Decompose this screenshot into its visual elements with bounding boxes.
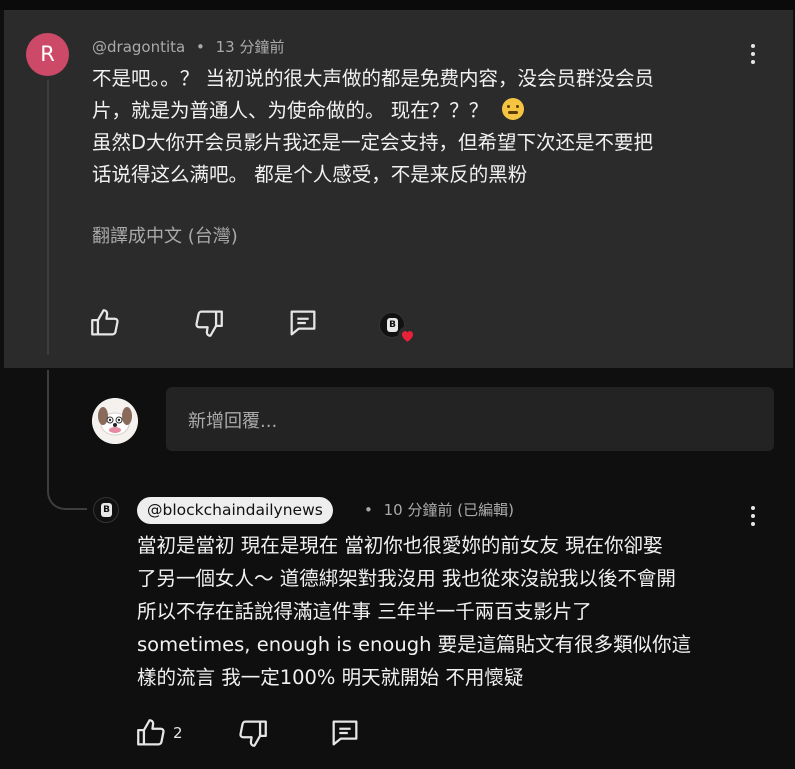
thread-line xyxy=(47,80,49,355)
reply-line: sometimes, enough is enough 要是這篇貼文有很多類似你… xyxy=(137,633,692,656)
heart-icon xyxy=(398,326,417,345)
reply-author-chip[interactable]: @blockchaindailynews xyxy=(137,497,333,524)
like-count: 2 xyxy=(173,724,183,742)
like-icon[interactable] xyxy=(134,716,168,750)
reply-line: 當初是當初 現在是現在 當初你也很愛妳的前女友 現在你卻娶 xyxy=(137,534,663,557)
comment-body: 不是吧。。？ 当初说的很大声做的都是免费内容，没会员群没会员 片，就是为普通人、… xyxy=(92,63,752,191)
reply-author-avatar[interactable] xyxy=(93,497,119,523)
translate-link[interactable]: 翻譯成中文 (台灣) xyxy=(92,222,238,248)
thread-connector xyxy=(47,462,87,510)
comment-meta: @dragontita • 13 分鐘前 xyxy=(92,36,285,57)
like-icon[interactable] xyxy=(88,306,122,340)
comment-line: 话说得这么满吧。 都是个人感受，不是来反的黑粉 xyxy=(92,163,528,186)
comment-line: 片，就是为普通人、为使命做的。 现在？？？ xyxy=(92,99,489,122)
dislike-icon[interactable] xyxy=(236,716,270,750)
more-options-icon[interactable] xyxy=(746,504,760,528)
reply-line: 所以不存在話說得滿這件事 三年半一千兩百支影片了 xyxy=(137,600,592,623)
reply-icon[interactable] xyxy=(328,716,362,750)
reply-time[interactable]: 10 分鐘前 (已編輯) xyxy=(384,501,514,519)
avatar[interactable]: R xyxy=(26,33,69,76)
reply-line: 樣的流言 我一定100% 明天就開始 不用懷疑 xyxy=(137,666,524,689)
reply-input[interactable]: 新增回覆... xyxy=(166,387,774,451)
reply-meta: • 10 分鐘前 (已編輯) xyxy=(364,499,514,520)
meta-separator: • xyxy=(364,501,373,519)
reply-body: 當初是當初 現在是現在 當初你也很愛妳的前女友 現在你卻娶 了另一個女人～ 道德… xyxy=(137,529,757,694)
creator-heart-icon xyxy=(379,310,419,345)
meta-separator: • xyxy=(196,38,205,56)
comment-line: 不是吧。。？ 当初说的很大声做的都是免费内容，没会员群没会员 xyxy=(92,67,654,90)
reply-line: 了另一個女人～ 道德綁架對我沒用 我也從來沒說我以後不會開 xyxy=(137,567,676,590)
comment-line: 虽然D大你开会员影片我还是一定会支持，但希望下次还是不要把 xyxy=(92,131,654,154)
current-user-avatar xyxy=(92,398,138,444)
reply-icon[interactable] xyxy=(286,306,320,340)
dislike-icon[interactable] xyxy=(192,306,226,340)
top-strip xyxy=(0,0,795,10)
comment-author[interactable]: @dragontita xyxy=(92,38,185,56)
comment-time[interactable]: 13 分鐘前 xyxy=(216,38,285,56)
comment-line-with-emoji: 片，就是为普通人、为使命做的。 现在？？？ xyxy=(92,95,752,127)
zipper-mouth-emoji-icon xyxy=(502,98,525,120)
